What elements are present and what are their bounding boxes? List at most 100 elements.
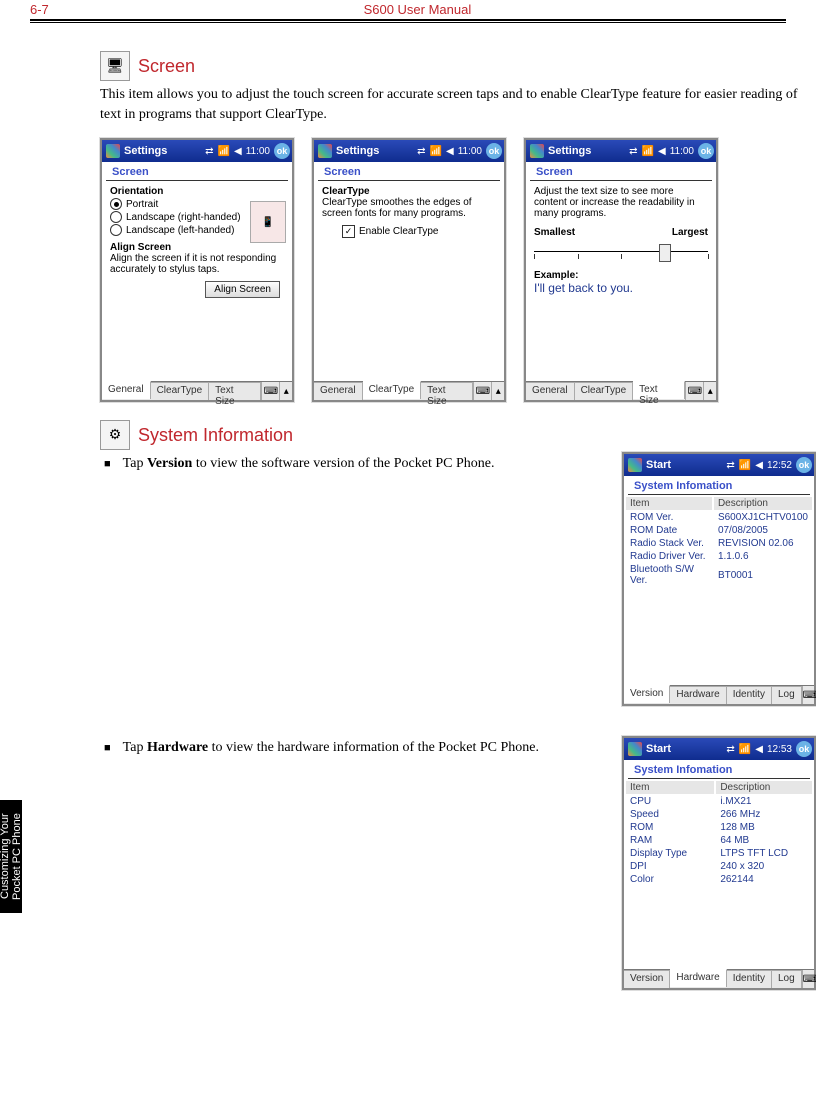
panel-title: System Infomation [628,760,810,779]
bullet-version: ■ Tap Version to view the software versi… [100,454,602,474]
align-screen-button[interactable]: Align Screen [205,281,280,298]
align-desc: Align the screen if it is not responding… [110,253,284,275]
tab-log[interactable]: Log [772,970,802,988]
tab-version[interactable]: Version [624,685,670,703]
screenshot-sysinfo-version: Start ⇄ 📶 ◀ 12:52 ok System Infomation I… [622,452,816,706]
ok-button[interactable]: ok [274,143,290,159]
window-title: Start [646,743,722,755]
start-icon [530,144,544,158]
sound-icon: ◀ [755,744,763,755]
keyboard-icon[interactable]: ⌨ [802,970,816,988]
tab-general[interactable]: General [102,381,151,399]
textsize-desc: Adjust the text size to see more content… [534,186,708,219]
screen-icon: 🖥 [100,51,130,81]
keyboard-icon[interactable]: ⌨ [685,382,703,400]
example-heading: Example: [534,270,708,281]
panel-title: System Infomation [628,476,810,495]
keyboard-icon[interactable]: ⌨ [261,382,279,400]
sound-icon: ◀ [658,146,666,157]
ok-button[interactable]: ok [486,143,502,159]
tab-text-size[interactable]: Text Size [421,382,473,400]
clock-text: 11:00 [246,146,270,157]
page-number: 6-7 [30,2,49,17]
up-arrow-icon[interactable]: ▴ [279,382,292,400]
ok-button[interactable]: ok [796,457,812,473]
table-row: Color262144 [626,874,812,885]
tab-log[interactable]: Log [772,686,802,704]
table-row: Display TypeLTPS TFT LCD [626,848,812,859]
tab-cleartype[interactable]: ClearType [363,381,422,399]
table-row: ROM Ver.S600XJ1CHTV0100 [626,512,812,523]
orientation-heading: Orientation [110,186,284,197]
clock-text: 12:53 [767,744,792,755]
align-heading: Align Screen [110,242,284,253]
titlebar: Start ⇄ 📶 ◀ 12:52 ok [624,454,814,476]
section-sysinfo-heading: ⚙ System Information [100,420,816,450]
sound-icon: ◀ [446,146,454,157]
up-arrow-icon[interactable]: ▴ [703,382,716,400]
titlebar: Settings ⇄ 📶 ◀ 11:00 ok [526,140,716,162]
tab-bar: Version Hardware Identity Log ⌨ ▴ [624,969,814,988]
keyboard-icon[interactable]: ⌨ [473,382,491,400]
panel-title: Screen [530,162,712,181]
panel-title: Screen [106,162,288,181]
header-rule-thick [30,19,786,21]
cleartype-desc: ClearType smoothes the edges of screen f… [322,197,496,219]
cleartype-heading: ClearType [322,186,496,197]
doc-title: S600 User Manual [49,2,786,17]
smallest-label: Smallest [534,227,575,238]
sysinfo-icon: ⚙ [100,420,130,450]
tab-hardware[interactable]: Hardware [670,686,726,704]
tab-general[interactable]: General [314,382,363,400]
start-icon [106,144,120,158]
chapter-tab: Customizing Your Pocket PC Phone [0,800,22,913]
text-size-slider[interactable] [534,242,708,262]
table-row: Radio Stack Ver.REVISION 02.06 [626,538,812,549]
window-title: Settings [548,145,625,157]
panel-title: Screen [318,162,500,181]
tab-cleartype[interactable]: ClearType [151,382,210,400]
bullet-hardware: ■ Tap Hardware to view the hardware info… [100,738,602,758]
tab-hardware[interactable]: Hardware [670,969,726,987]
tab-version[interactable]: Version [624,970,670,988]
signal-icon: 📶 [430,146,442,157]
window-title: Start [646,459,722,471]
window-title: Settings [336,145,413,157]
sound-icon: ◀ [755,460,763,471]
ok-button[interactable]: ok [698,143,714,159]
tab-identity[interactable]: Identity [727,970,772,988]
tab-general[interactable]: General [526,382,575,400]
clock-text: 11:00 [458,146,482,157]
bullet-icon: ■ [100,454,111,474]
up-arrow-icon[interactable]: ▴ [491,382,504,400]
table-row: ROM128 MB [626,822,812,833]
version-table: ItemDescription ROM Ver.S600XJ1CHTV0100 … [624,495,814,588]
window-title: Settings [124,145,201,157]
keyboard-icon[interactable]: ⌨ [802,686,816,704]
tab-identity[interactable]: Identity [727,686,772,704]
start-icon [318,144,332,158]
table-row: Speed266 MHz [626,809,812,820]
connectivity-icon: ⇄ [417,146,425,157]
clock-text: 12:52 [767,460,792,471]
table-row: Bluetooth S/W Ver.BT0001 [626,564,812,586]
col-desc: Description [714,497,812,510]
start-icon [628,458,642,472]
signal-icon: 📶 [218,146,230,157]
largest-label: Largest [672,227,708,238]
tab-cleartype[interactable]: ClearType [575,382,634,400]
screenshot-screen-textsize: Settings ⇄ 📶 ◀ 11:00 ok Screen Adjust th… [524,138,718,402]
section-screen-heading: 🖥 Screen [100,51,816,81]
tab-text-size[interactable]: Text Size [209,382,261,400]
ok-button[interactable]: ok [796,741,812,757]
page-header: 6-7 S600 User Manual [0,0,816,19]
table-row: Radio Driver Ver.1.1.0.6 [626,551,812,562]
enable-cleartype-checkbox[interactable]: ✓Enable ClearType [342,225,496,238]
screenshot-screen-cleartype: Settings ⇄ 📶 ◀ 11:00 ok Screen ClearType… [312,138,506,402]
signal-icon: 📶 [642,146,654,157]
col-item: Item [626,781,714,794]
tab-text-size[interactable]: Text Size [633,381,685,399]
connectivity-icon: ⇄ [629,146,637,157]
col-item: Item [626,497,712,510]
table-row: ROM Date07/08/2005 [626,525,812,536]
